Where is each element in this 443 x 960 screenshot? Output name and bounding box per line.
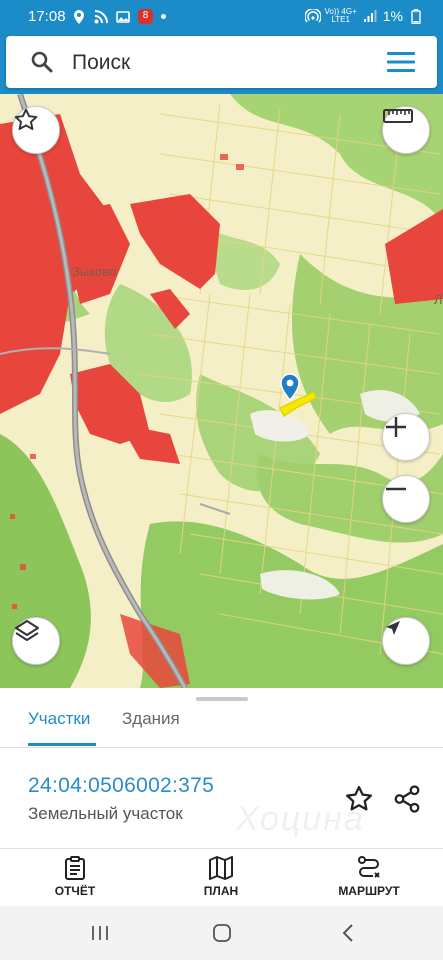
map-edge-label: Л	[434, 292, 443, 307]
image-icon	[116, 10, 130, 24]
route-button[interactable]: МАРШРУТ	[314, 855, 424, 903]
back-button[interactable]	[334, 920, 362, 946]
search-bar[interactable]	[6, 36, 437, 88]
my-location-button[interactable]	[382, 617, 430, 665]
layers-icon	[15, 620, 39, 641]
clipboard-icon	[65, 856, 85, 880]
cadastral-number[interactable]: 24:04:0506002:375	[28, 774, 214, 798]
location-pin-icon	[72, 9, 86, 24]
rss-icon	[94, 9, 108, 24]
layers-button[interactable]	[12, 617, 60, 665]
action-bar: ОТЧЁТ ПЛАН МАРШРУТ	[0, 848, 443, 906]
search-input[interactable]	[72, 49, 362, 77]
share-icon[interactable]	[392, 784, 422, 814]
active-tab-indicator	[28, 743, 96, 746]
network-type: Vo)) 4G+ LTE1	[324, 7, 357, 24]
home-icon	[213, 924, 231, 942]
tab-buildings[interactable]: Здания	[122, 708, 180, 748]
route-label: МАРШРУТ	[338, 884, 400, 898]
sheet-tabs: Участки Здания	[0, 706, 443, 748]
search-header	[0, 34, 443, 94]
route-icon	[358, 856, 380, 878]
menu-icon[interactable]	[387, 51, 415, 73]
notification-icons: 8	[72, 9, 166, 24]
star-outline-icon	[14, 108, 38, 130]
status-bar: 17:08 8 Vo)) 4G+ LTE1 1%	[0, 0, 443, 34]
ruler-button[interactable]	[382, 106, 430, 154]
map-fold-icon	[209, 856, 233, 880]
plan-button[interactable]: ПЛАН	[166, 855, 276, 903]
recent-apps-icon	[92, 926, 108, 940]
sheet-drag-handle[interactable]	[196, 697, 248, 701]
minus-icon	[386, 487, 406, 491]
tab-parcels-label: Участки	[28, 709, 91, 728]
home-button[interactable]	[208, 920, 236, 946]
favorites-button[interactable]	[12, 106, 60, 154]
battery-icon	[409, 9, 423, 25]
back-chevron-icon	[342, 924, 353, 942]
app-badge-icon: 8	[138, 9, 153, 24]
system-navigation-bar	[0, 906, 443, 960]
report-label: ОТЧЁТ	[54, 884, 96, 898]
signal-icon	[363, 9, 377, 23]
map-canvas[interactable]	[0, 94, 443, 688]
ruler-icon	[383, 109, 413, 123]
more-notifications-dot	[161, 14, 166, 19]
plan-label: ПЛАН	[203, 884, 239, 898]
recent-apps-button[interactable]	[86, 920, 114, 946]
map-town-label: Зыково	[72, 264, 117, 279]
tab-buildings-label: Здания	[122, 709, 180, 728]
map-view[interactable]: Зыково Л	[0, 94, 443, 688]
hotspot-icon	[303, 7, 322, 23]
plus-icon	[386, 417, 406, 437]
zoom-out-button[interactable]	[382, 475, 430, 523]
status-time: 17:08	[28, 8, 66, 25]
zoom-in-button[interactable]	[382, 413, 430, 461]
tab-parcels[interactable]: Участки	[28, 708, 96, 748]
add-favorite-star-icon[interactable]	[344, 784, 374, 814]
battery-percent: 1%	[382, 8, 403, 24]
system-icons: Vo)) 4G+ LTE1 1%	[303, 7, 423, 25]
navigation-arrow-icon	[386, 621, 400, 635]
search-icon[interactable]	[30, 50, 54, 74]
parcel-type: Земельный участок	[28, 804, 183, 823]
report-button[interactable]: ОТЧЁТ	[20, 855, 130, 903]
